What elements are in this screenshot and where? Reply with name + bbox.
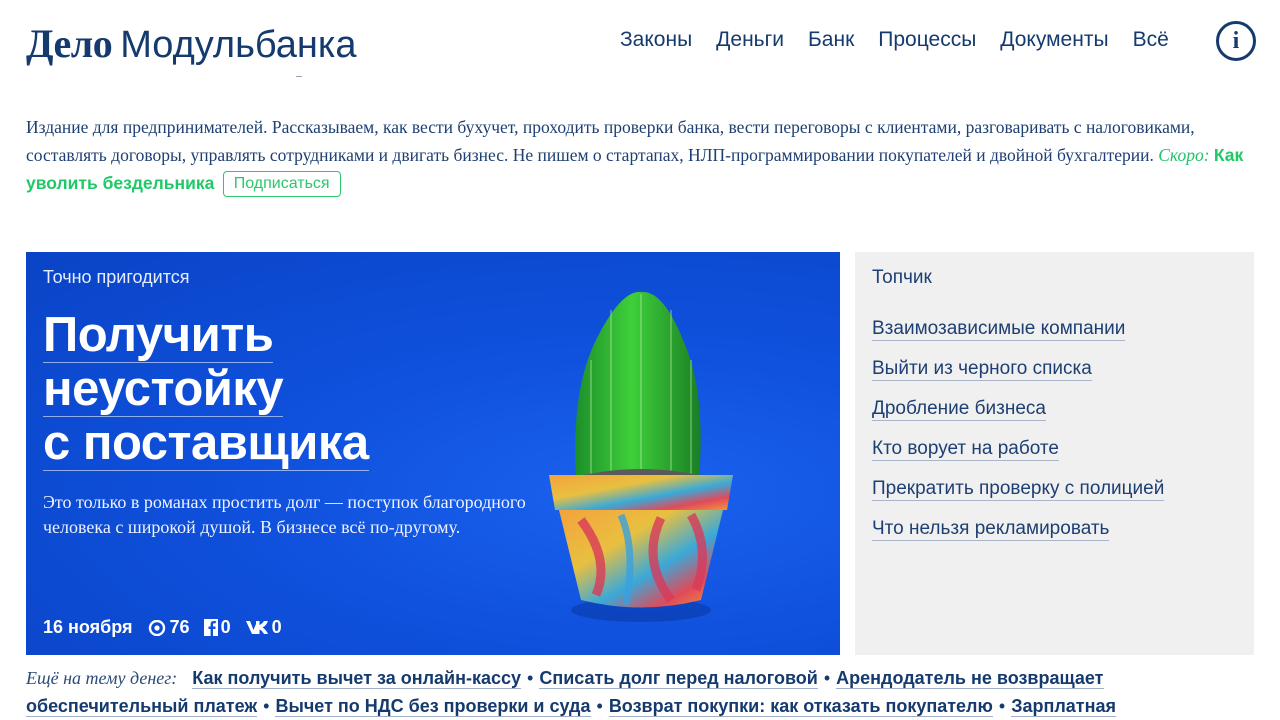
related-link[interactable]: Возврат покупки: как отказать покупателю [608, 696, 993, 717]
top-article-link[interactable]: Кто ворует на работе [872, 438, 1059, 461]
sidebar-title: Топчик [872, 267, 932, 288]
article-title[interactable]: Получить неустойку с поставщика [43, 308, 369, 471]
top-article-link[interactable]: Что нельзя рекламировать [872, 518, 1110, 541]
subscribe-button[interactable]: Подписаться [222, 171, 341, 197]
top-articles-sidebar: Топчик Взаимозависимые компании Выйти из… [855, 252, 1254, 655]
top-article-link[interactable]: Выйти из черного списка [872, 358, 1092, 381]
top-article-link[interactable]: Дробление бизнеса [872, 398, 1046, 421]
nav-item-bank[interactable]: Банк [808, 28, 854, 52]
related-links: Ещё на тему денег: Как получить вычет за… [26, 664, 1266, 720]
soon-label: Скоро: [1158, 145, 1210, 165]
nav-item-processes[interactable]: Процессы [878, 28, 976, 52]
related-link[interactable]: Зарплатная [1011, 696, 1116, 717]
top-articles-list: Взаимозависимые компании Выйти из черног… [872, 318, 1165, 558]
site-logo[interactable]: Дело Модульбанка [26, 20, 357, 67]
divider [296, 76, 302, 77]
separator-dot: • [823, 668, 831, 688]
facebook-icon [203, 619, 218, 636]
facebook-count: 0 [220, 617, 231, 637]
separator-dot: • [596, 696, 603, 716]
cactus-illustration [549, 291, 733, 622]
title-line-2: неустойку [43, 362, 284, 417]
nav-item-documents[interactable]: Документы [1000, 28, 1108, 52]
article-kicker: Точно пригодится [43, 267, 190, 287]
related-label: Ещё на тему денег: [26, 668, 178, 688]
vk-share[interactable]: 0 [245, 617, 282, 638]
intro-paragraph: Издание для предпринимателей. Рассказыва… [26, 113, 1266, 197]
article-lead: Это только в романах простить долг — пос… [43, 492, 526, 537]
title-line-1: Получить [43, 308, 274, 363]
separator-dot: • [998, 696, 1006, 716]
list-item: Кто ворует на работе [872, 438, 1164, 478]
separator-dot: • [527, 668, 534, 688]
list-item: Что нельзя рекламировать [872, 518, 1164, 558]
featured-article[interactable]: Точно пригодится Получить неустойку с по… [26, 252, 840, 655]
nav-item-laws[interactable]: Законы [620, 28, 692, 52]
related-link[interactable]: Как получить вычет за онлайн-кассу [192, 668, 522, 689]
logo-light-text: Модульбанка [120, 24, 357, 66]
article-meta: 16 ноября 76 0 0 [43, 617, 282, 638]
info-glyph: i [1232, 27, 1240, 54]
site-header: Дело Модульбанка Законы Деньги Банк Проце… [0, 0, 1280, 90]
nav-item-all[interactable]: Всё [1133, 28, 1169, 52]
info-icon[interactable]: i [1216, 21, 1256, 61]
list-item: Прекратить проверку с полицией [872, 478, 1165, 518]
top-article-link[interactable]: Взаимозависимые компании [872, 318, 1126, 341]
vk-count: 0 [271, 617, 282, 637]
main-nav: Законы Деньги Банк Процессы Документы Вс… [620, 28, 1169, 52]
title-line-3: с поставщика [43, 416, 369, 471]
views-counter: 76 [147, 617, 190, 638]
article-date: 16 ноября [43, 617, 133, 637]
related-link[interactable]: Списать долг перед налоговой [539, 668, 818, 689]
facebook-share[interactable]: 0 [203, 617, 231, 638]
list-item: Выйти из черного списка [872, 358, 1164, 398]
views-count: 76 [169, 617, 190, 637]
vk-icon [245, 621, 268, 634]
logo-bold-text: Дело [26, 21, 113, 66]
intro-text: Издание для предпринимателей. Рассказыва… [26, 117, 1195, 165]
eye-icon [148, 619, 165, 636]
separator-dot: • [263, 696, 270, 716]
related-link[interactable]: Вычет по НДС без проверки и суда [275, 696, 591, 717]
top-article-link[interactable]: Прекратить проверку с полицией [872, 478, 1165, 501]
nav-item-money[interactable]: Деньги [716, 28, 784, 52]
list-item: Взаимозависимые компании [872, 318, 1164, 358]
list-item: Дробление бизнеса [872, 398, 1164, 438]
